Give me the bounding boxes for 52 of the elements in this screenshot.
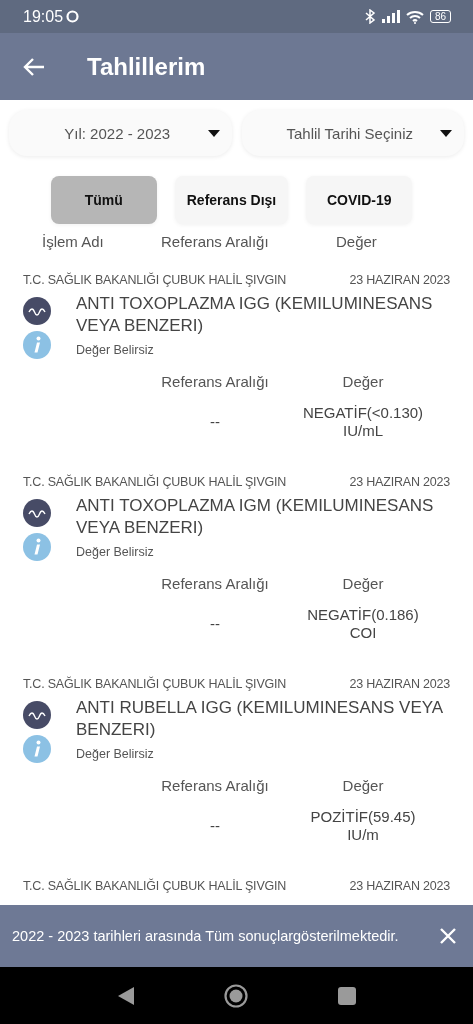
home-nav-icon[interactable] <box>223 983 248 1008</box>
value-label: Değer <box>341 373 385 390</box>
snackbar-message: 2022 - 2023 tarihleri arasında Tüm sonuçlargösterilmektedir. <box>12 927 400 945</box>
dropdown[interactable]: Yıl: 2022 - 2023 <box>9 110 232 156</box>
dropdown[interactable]: Tahlil Tarihi Seçiniz <box>241 110 464 156</box>
reference-range: -- <box>209 817 221 835</box>
test-name: ANTI RUBELLA IGG (KEMILUMINESANS VEYA BENZERI) <box>76 697 444 741</box>
result-date: 23 HAZIRAN 2023 <box>349 879 450 893</box>
back-arrow-icon[interactable] <box>23 57 45 76</box>
result-value: NEGATİF(<0.130) IU/mL <box>301 404 425 440</box>
battery-level: 86 <box>429 10 451 23</box>
test-name: ANTI TOXOPLAZMA IGG (KEMILUMINESANS VEYA BENZERI) <box>76 293 434 337</box>
range-label: Referans Aralığı <box>160 777 270 794</box>
column-header: Değer <box>336 233 377 250</box>
wifi-icon <box>405 9 424 24</box>
result-date: 23 HAZIRAN 2023 <box>349 273 450 287</box>
notification-ring-icon <box>66 10 80 23</box>
result-status: Değer Belirsiz <box>76 343 155 357</box>
result-value: NEGATİF(0.186) COI <box>306 606 420 642</box>
column-header: Referans Aralığı <box>161 233 269 250</box>
result-date: 23 HAZIRAN 2023 <box>349 677 450 691</box>
caret-icon <box>440 129 452 137</box>
close-icon[interactable] <box>439 927 457 945</box>
filter-chip[interactable]: Tümü <box>50 176 157 224</box>
result-status: Değer Belirsiz <box>76 545 155 559</box>
filter-chip[interactable]: Referans Dışı <box>174 176 289 224</box>
reference-range: -- <box>209 413 221 431</box>
value-label: Değer <box>341 777 385 794</box>
institution-name: T.C. SAĞLIK BAKANLIĞI ÇUBUK HALİL ŞIVGIN <box>23 475 287 489</box>
wave-icon[interactable] <box>23 499 51 527</box>
range-label: Referans Aralığı <box>160 373 270 390</box>
filter-chip[interactable]: COVID-19 <box>306 176 413 224</box>
caret-icon <box>207 129 220 137</box>
test-name: ANTI TOXOPLAZMA IGM (KEMILUMINESANS VEYA BENZERI) <box>76 495 435 539</box>
wave-icon[interactable] <box>23 297 51 325</box>
page-title: Tahlillerim <box>87 52 206 81</box>
value-label: Değer <box>341 575 385 592</box>
institution-name: T.C. SAĞLIK BAKANLIĞI ÇUBUK HALİL ŞIVGIN <box>23 879 287 893</box>
column-header: İşlem Adı <box>42 233 104 250</box>
wave-icon[interactable] <box>23 701 51 729</box>
institution-name: T.C. SAĞLIK BAKANLIĞI ÇUBUK HALİL ŞIVGIN <box>23 677 287 691</box>
result-status: Değer Belirsiz <box>76 747 155 761</box>
result-value: POZİTİF(59.45) IU/m <box>309 808 417 844</box>
status-time: 19:05 <box>23 7 64 26</box>
signal-icon <box>381 10 400 23</box>
recents-nav-icon[interactable] <box>337 986 356 1005</box>
back-nav-icon[interactable] <box>117 986 134 1005</box>
reference-range: -- <box>209 615 221 633</box>
bluetooth-icon <box>363 9 376 24</box>
result-date: 23 HAZIRAN 2023 <box>349 475 450 489</box>
range-label: Referans Aralığı <box>160 575 270 592</box>
institution-name: T.C. SAĞLIK BAKANLIĞI ÇUBUK HALİL ŞIVGIN <box>23 273 287 287</box>
